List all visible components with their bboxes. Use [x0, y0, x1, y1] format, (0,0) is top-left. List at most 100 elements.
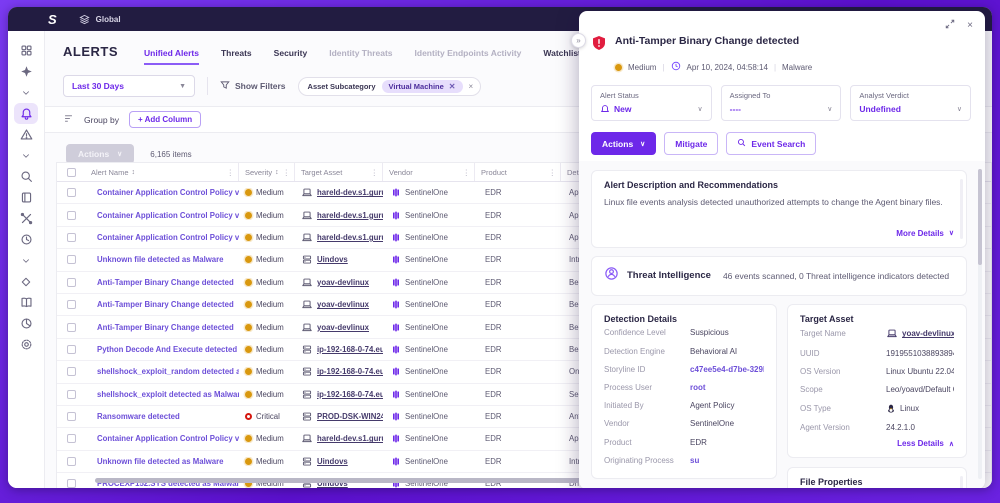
chip-remove-icon[interactable]: ×: [469, 82, 474, 91]
panel-collapse-button[interactable]: »: [571, 33, 586, 48]
show-filters-button[interactable]: Show Filters: [220, 80, 286, 92]
column-header-alert-name[interactable]: Alert Name↕⋮: [87, 163, 239, 181]
row-checkbox[interactable]: [67, 233, 76, 242]
tab-unified-alerts[interactable]: Unified Alerts: [144, 48, 199, 65]
row-checkbox[interactable]: [67, 345, 76, 354]
close-icon[interactable]: ×: [967, 21, 973, 31]
card-scrollbar[interactable]: [960, 179, 963, 239]
kebab-menu-icon[interactable]: ⋮: [283, 168, 291, 177]
column-header-product[interactable]: Product⋮: [475, 163, 561, 181]
kebab-menu-icon[interactable]: ⋮: [227, 168, 235, 177]
scrollbar-thumb[interactable]: [978, 169, 982, 265]
alert-name-link[interactable]: Python Decode And Execute detected: [87, 345, 237, 354]
add-column-button[interactable]: + Add Column: [129, 111, 201, 128]
alert-status-select[interactable]: Alert StatusNew∨: [591, 85, 712, 121]
scope-selector[interactable]: Global: [79, 14, 121, 25]
event-search-button[interactable]: Event Search: [726, 132, 816, 155]
sidebar-item-docs[interactable]: [14, 292, 38, 313]
alert-name-link[interactable]: shellshock_exploit detected as Malware: [87, 390, 239, 399]
filter-chip-asset-subcategory[interactable]: Asset Subcategory Virtual Machine ✕ ×: [298, 77, 482, 96]
tab-identity-endpoints-activity[interactable]: Identity Endpoints Activity: [415, 48, 522, 65]
time-range-select[interactable]: Last 30 Days ▼: [63, 75, 195, 97]
sentinelone-logo-icon[interactable]: S: [48, 13, 57, 26]
sidebar-item-network[interactable]: [14, 61, 38, 82]
field-value[interactable]: root: [690, 383, 764, 392]
assigned-to-select[interactable]: Assigned To----∨: [721, 85, 842, 121]
sidebar-item-search[interactable]: [14, 166, 38, 187]
target-asset-link[interactable]: yoav-devlinux: [317, 300, 369, 309]
sidebar-item-alerts[interactable]: [14, 103, 38, 124]
target-asset-link[interactable]: yoav-devlinux: [317, 278, 369, 287]
target-asset-link[interactable]: yoav-devlinux: [317, 323, 369, 332]
target-asset-link[interactable]: hareld-dev.s1.guru: [317, 188, 383, 197]
expand-icon[interactable]: [945, 19, 955, 32]
row-checkbox[interactable]: [67, 479, 76, 488]
alert-name-link[interactable]: Anti-Tamper Binary Change detected: [87, 300, 234, 309]
kebab-menu-icon[interactable]: ⋮: [371, 168, 379, 177]
panel-vertical-scrollbar[interactable]: [978, 169, 982, 479]
alert-name-link[interactable]: Unknown file detected as Malware: [87, 255, 224, 264]
row-checkbox[interactable]: [67, 457, 76, 466]
sidebar-item-tools[interactable]: [14, 208, 38, 229]
alert-name-link[interactable]: Unknown file detected as Malware: [87, 457, 224, 466]
alert-name-link[interactable]: Container Application Control Policy vio…: [87, 233, 239, 242]
field-value[interactable]: yoav-devlinux: [886, 328, 954, 339]
row-checkbox[interactable]: [67, 367, 76, 376]
row-checkbox[interactable]: [67, 390, 76, 399]
row-checkbox[interactable]: [67, 300, 76, 309]
sort-icon[interactable]: ↕: [132, 169, 136, 176]
actions-button[interactable]: Actions∨: [66, 144, 134, 164]
field-value[interactable]: su: [690, 456, 764, 465]
sidebar-item-chevron-down[interactable]: [14, 145, 38, 166]
sidebar-item-assets[interactable]: [14, 187, 38, 208]
row-checkbox[interactable]: [67, 211, 76, 220]
row-checkbox[interactable]: [67, 255, 76, 264]
sidebar-item-dashboard[interactable]: [14, 40, 38, 61]
chip-remove-value-icon[interactable]: ✕: [449, 82, 456, 91]
kebab-menu-icon[interactable]: ⋮: [463, 168, 471, 177]
tab-threats[interactable]: Threats: [221, 48, 252, 65]
row-checkbox[interactable]: [67, 278, 76, 287]
target-asset-link[interactable]: hareld-dev.s1.guru: [317, 233, 383, 242]
target-asset-link[interactable]: ip-192-168-0-74.eu-...: [317, 367, 383, 376]
alert-name-link[interactable]: shellshock_exploit_random detected as Ma…: [87, 367, 239, 376]
more-details-link[interactable]: More Details∨: [604, 229, 954, 238]
alert-name-link[interactable]: Ransomware detected: [87, 412, 180, 421]
column-header-target-asset[interactable]: Target Asset⋮: [295, 163, 383, 181]
panel-actions-button[interactable]: Actions∨: [591, 132, 656, 155]
alert-name-link[interactable]: Container Application Control Policy vio…: [87, 434, 239, 443]
kebab-menu-icon[interactable]: ⋮: [549, 168, 557, 177]
target-asset-link[interactable]: PROD-DSK-WIN246: [317, 412, 383, 421]
select-all-checkbox[interactable]: [67, 168, 76, 177]
tab-security[interactable]: Security: [274, 48, 308, 65]
less-details-link[interactable]: Less Details∧: [800, 439, 954, 448]
target-asset-link[interactable]: hareld-dev.s1.guru: [317, 211, 383, 220]
scrollbar-thumb[interactable]: [95, 478, 628, 483]
row-checkbox[interactable]: [67, 412, 76, 421]
card-scrollbar[interactable]: [960, 476, 963, 488]
alert-name-link[interactable]: Anti-Tamper Binary Change detected: [87, 278, 234, 287]
alert-name-link[interactable]: Container Application Control Policy vio…: [87, 188, 239, 197]
sidebar-item-policy[interactable]: [14, 271, 38, 292]
sidebar-item-chevron-down[interactable]: [14, 82, 38, 103]
alert-name-link[interactable]: Container Application Control Policy vio…: [87, 211, 239, 220]
alert-name-link[interactable]: Anti-Tamper Binary Change detected: [87, 323, 234, 332]
target-asset-link[interactable]: Uindovs: [317, 255, 348, 264]
target-asset-link[interactable]: ip-192-168-0-74.eu-...: [317, 345, 383, 354]
row-checkbox[interactable]: [67, 188, 76, 197]
column-header-severity[interactable]: Severity↕⋮: [239, 163, 295, 181]
tab-identity-threats[interactable]: Identity Threats: [329, 48, 392, 65]
field-value[interactable]: c47ee5e4-d7be-329b-6f...: [690, 365, 764, 374]
row-checkbox[interactable]: [67, 434, 76, 443]
row-checkbox[interactable]: [67, 323, 76, 332]
column-header-vendor[interactable]: Vendor⋮: [383, 163, 475, 181]
target-asset-link[interactable]: ip-192-168-0-74.eu-...: [317, 390, 383, 399]
sidebar-item-threats[interactable]: [14, 124, 38, 145]
sidebar-item-settings[interactable]: [14, 334, 38, 355]
sidebar-item-reports[interactable]: [14, 313, 38, 334]
sidebar-item-history[interactable]: [14, 229, 38, 250]
analyst-verdict-select[interactable]: Analyst VerdictUndefined∨: [850, 85, 971, 121]
target-asset-link[interactable]: hareld-dev.s1.guru: [317, 434, 383, 443]
sidebar-item-chevron-down[interactable]: [14, 250, 38, 271]
sort-icon[interactable]: ↕: [275, 169, 279, 176]
